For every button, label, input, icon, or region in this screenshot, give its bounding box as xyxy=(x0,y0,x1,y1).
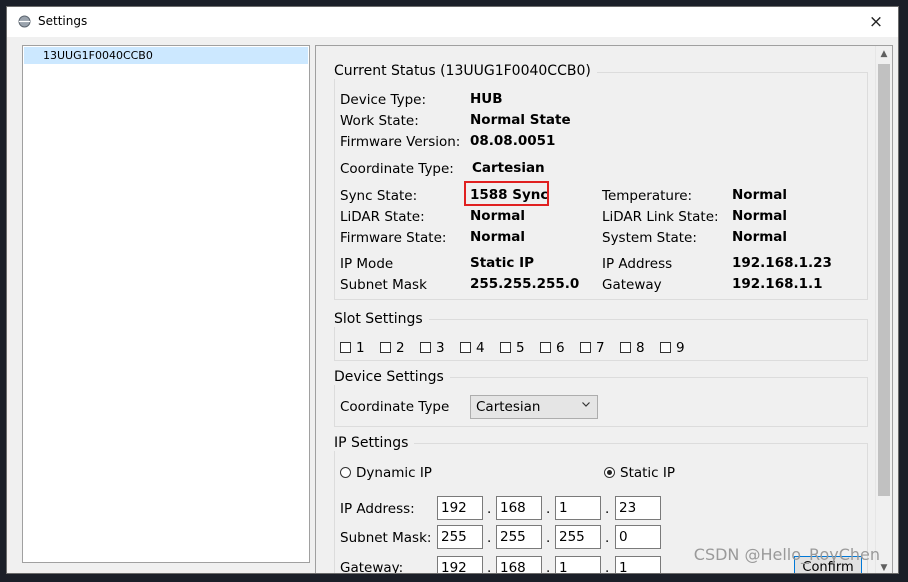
status-group-title: Current Status (13UUG1F0040CCB0) xyxy=(334,63,597,79)
work-state-value: Normal State xyxy=(470,112,571,128)
radio-icon[interactable] xyxy=(340,467,351,478)
subnet-mask-octet-1[interactable]: 255 xyxy=(437,525,483,549)
slot-checkbox-1[interactable]: 1 xyxy=(340,340,365,356)
slot-checkbox-4[interactable]: 4 xyxy=(460,340,485,356)
settings-content: Current Status (13UUG1F0040CCB0) Device … xyxy=(316,46,876,574)
firmware-state-label: Firmware State: xyxy=(340,230,447,246)
subnet-mask-octet-3[interactable]: 255 xyxy=(555,525,601,549)
octet-separator: . xyxy=(546,501,551,517)
slot-checkbox-6[interactable]: 6 xyxy=(540,340,565,356)
octet-separator: . xyxy=(546,530,551,546)
firmware-version-label: Firmware Version: xyxy=(340,134,461,150)
checkbox-icon[interactable] xyxy=(340,342,351,353)
octet-separator: . xyxy=(605,560,610,574)
settings-panel[interactable]: Current Status (13UUG1F0040CCB0) Device … xyxy=(315,45,893,574)
gateway-value: 192.168.1.1 xyxy=(732,276,823,292)
sync-state-highlight xyxy=(464,181,549,206)
sync-state-label: Sync State: xyxy=(340,188,418,204)
firmware-version-value: 08.08.0051 xyxy=(470,133,556,149)
checkbox-icon[interactable] xyxy=(540,342,551,353)
ip-mode-label: IP Mode xyxy=(340,256,394,272)
lidar-link-state-label: LiDAR Link State: xyxy=(602,209,719,225)
ip-address-octet-4[interactable]: 23 xyxy=(615,496,661,520)
checkbox-icon[interactable] xyxy=(380,342,391,353)
slot-checkbox-7[interactable]: 7 xyxy=(580,340,605,356)
static-ip-radio[interactable]: Static IP xyxy=(604,465,675,481)
gateway-octet-4[interactable]: 1 xyxy=(615,556,661,573)
system-state-label: System State: xyxy=(602,230,697,246)
octet-separator: . xyxy=(605,501,610,517)
dynamic-ip-radio[interactable]: Dynamic IP xyxy=(340,465,432,481)
temperature-label: Temperature: xyxy=(602,188,693,204)
ip-settings-group-title: IP Settings xyxy=(334,435,415,451)
device-type-label: Device Type: xyxy=(340,92,427,108)
ip-mode-value: Static IP xyxy=(470,255,534,271)
lidar-state-label: LiDAR State: xyxy=(340,209,425,225)
window-title: Settings xyxy=(38,14,88,28)
ip-address-octet-1[interactable]: 192 xyxy=(437,496,483,520)
checkbox-icon[interactable] xyxy=(500,342,511,353)
octet-separator: . xyxy=(605,530,610,546)
watermark-text: CSDN @Hello_RoyChen xyxy=(693,545,880,564)
temperature-value: Normal xyxy=(732,187,788,203)
settings-window: Settings × 13UUG1F0040CCB0 Current Statu… xyxy=(6,6,899,574)
device-settings-group-title: Device Settings xyxy=(334,369,450,385)
gateway-octet-3[interactable]: 1 xyxy=(555,556,601,573)
tree-item-device[interactable]: 13UUG1F0040CCB0 xyxy=(24,47,308,64)
slot-checkbox-5[interactable]: 5 xyxy=(500,340,525,356)
scroll-up-icon[interactable]: ▲ xyxy=(876,46,892,62)
octet-separator: . xyxy=(487,560,492,574)
chevron-down-icon[interactable] xyxy=(582,400,590,408)
device-type-value: HUB xyxy=(470,91,503,107)
ip-address-octet-3[interactable]: 1 xyxy=(555,496,601,520)
slot-checkbox-2[interactable]: 2 xyxy=(380,340,405,356)
subnet-mask-field-label: Subnet Mask: xyxy=(340,530,432,546)
checkbox-icon[interactable] xyxy=(580,342,591,353)
lidar-link-state-value: Normal xyxy=(732,208,788,224)
settings-app-icon xyxy=(18,15,31,28)
octet-separator: . xyxy=(487,530,492,546)
checkbox-icon[interactable] xyxy=(420,342,431,353)
gateway-label: Gateway xyxy=(602,277,662,293)
checkbox-icon[interactable] xyxy=(620,342,631,353)
checkbox-icon[interactable] xyxy=(660,342,671,353)
slot-checkbox-9[interactable]: 9 xyxy=(660,340,685,356)
slot-checkbox-3[interactable]: 3 xyxy=(420,340,445,356)
coordinate-type-select[interactable]: Cartesian xyxy=(470,395,598,419)
octet-separator: . xyxy=(546,560,551,574)
slot-group-title: Slot Settings xyxy=(334,311,429,327)
coordinate-type-selected: Cartesian xyxy=(476,399,541,415)
octet-separator: . xyxy=(487,501,492,517)
work-state-label: Work State: xyxy=(340,113,419,129)
device-coordinate-type-label: Coordinate Type xyxy=(340,399,450,415)
subnet-mask-label: Subnet Mask xyxy=(340,277,427,293)
ip-address-value: 192.168.1.23 xyxy=(732,255,832,271)
checkbox-icon[interactable] xyxy=(460,342,471,353)
subnet-mask-value: 255.255.255.0 xyxy=(470,276,580,292)
coordinate-type-label: Coordinate Type: xyxy=(340,161,454,177)
title-bar[interactable]: Settings × xyxy=(7,7,898,37)
gateway-octet-2[interactable]: 168 xyxy=(496,556,542,573)
subnet-mask-octet-4[interactable]: 0 xyxy=(615,525,661,549)
gateway-octet-1[interactable]: 192 xyxy=(437,556,483,573)
radio-selected-icon[interactable] xyxy=(604,467,615,478)
lidar-state-value: Normal xyxy=(470,208,526,224)
device-tree[interactable]: 13UUG1F0040CCB0 xyxy=(22,45,310,563)
ip-address-octet-2[interactable]: 168 xyxy=(496,496,542,520)
ip-address-field-label: IP Address: xyxy=(340,501,415,517)
vertical-scrollbar[interactable]: ▲ ▼ xyxy=(875,46,892,573)
subnet-mask-octet-2[interactable]: 255 xyxy=(496,525,542,549)
coordinate-type-value: Cartesian xyxy=(472,160,545,176)
gateway-field-label: Gateway: xyxy=(340,560,404,574)
close-icon[interactable]: × xyxy=(854,7,898,37)
ip-address-label: IP Address xyxy=(602,256,673,272)
slot-checkbox-8[interactable]: 8 xyxy=(620,340,645,356)
scrollbar-thumb[interactable] xyxy=(878,64,890,496)
firmware-state-value: Normal xyxy=(470,229,526,245)
system-state-value: Normal xyxy=(732,229,788,245)
